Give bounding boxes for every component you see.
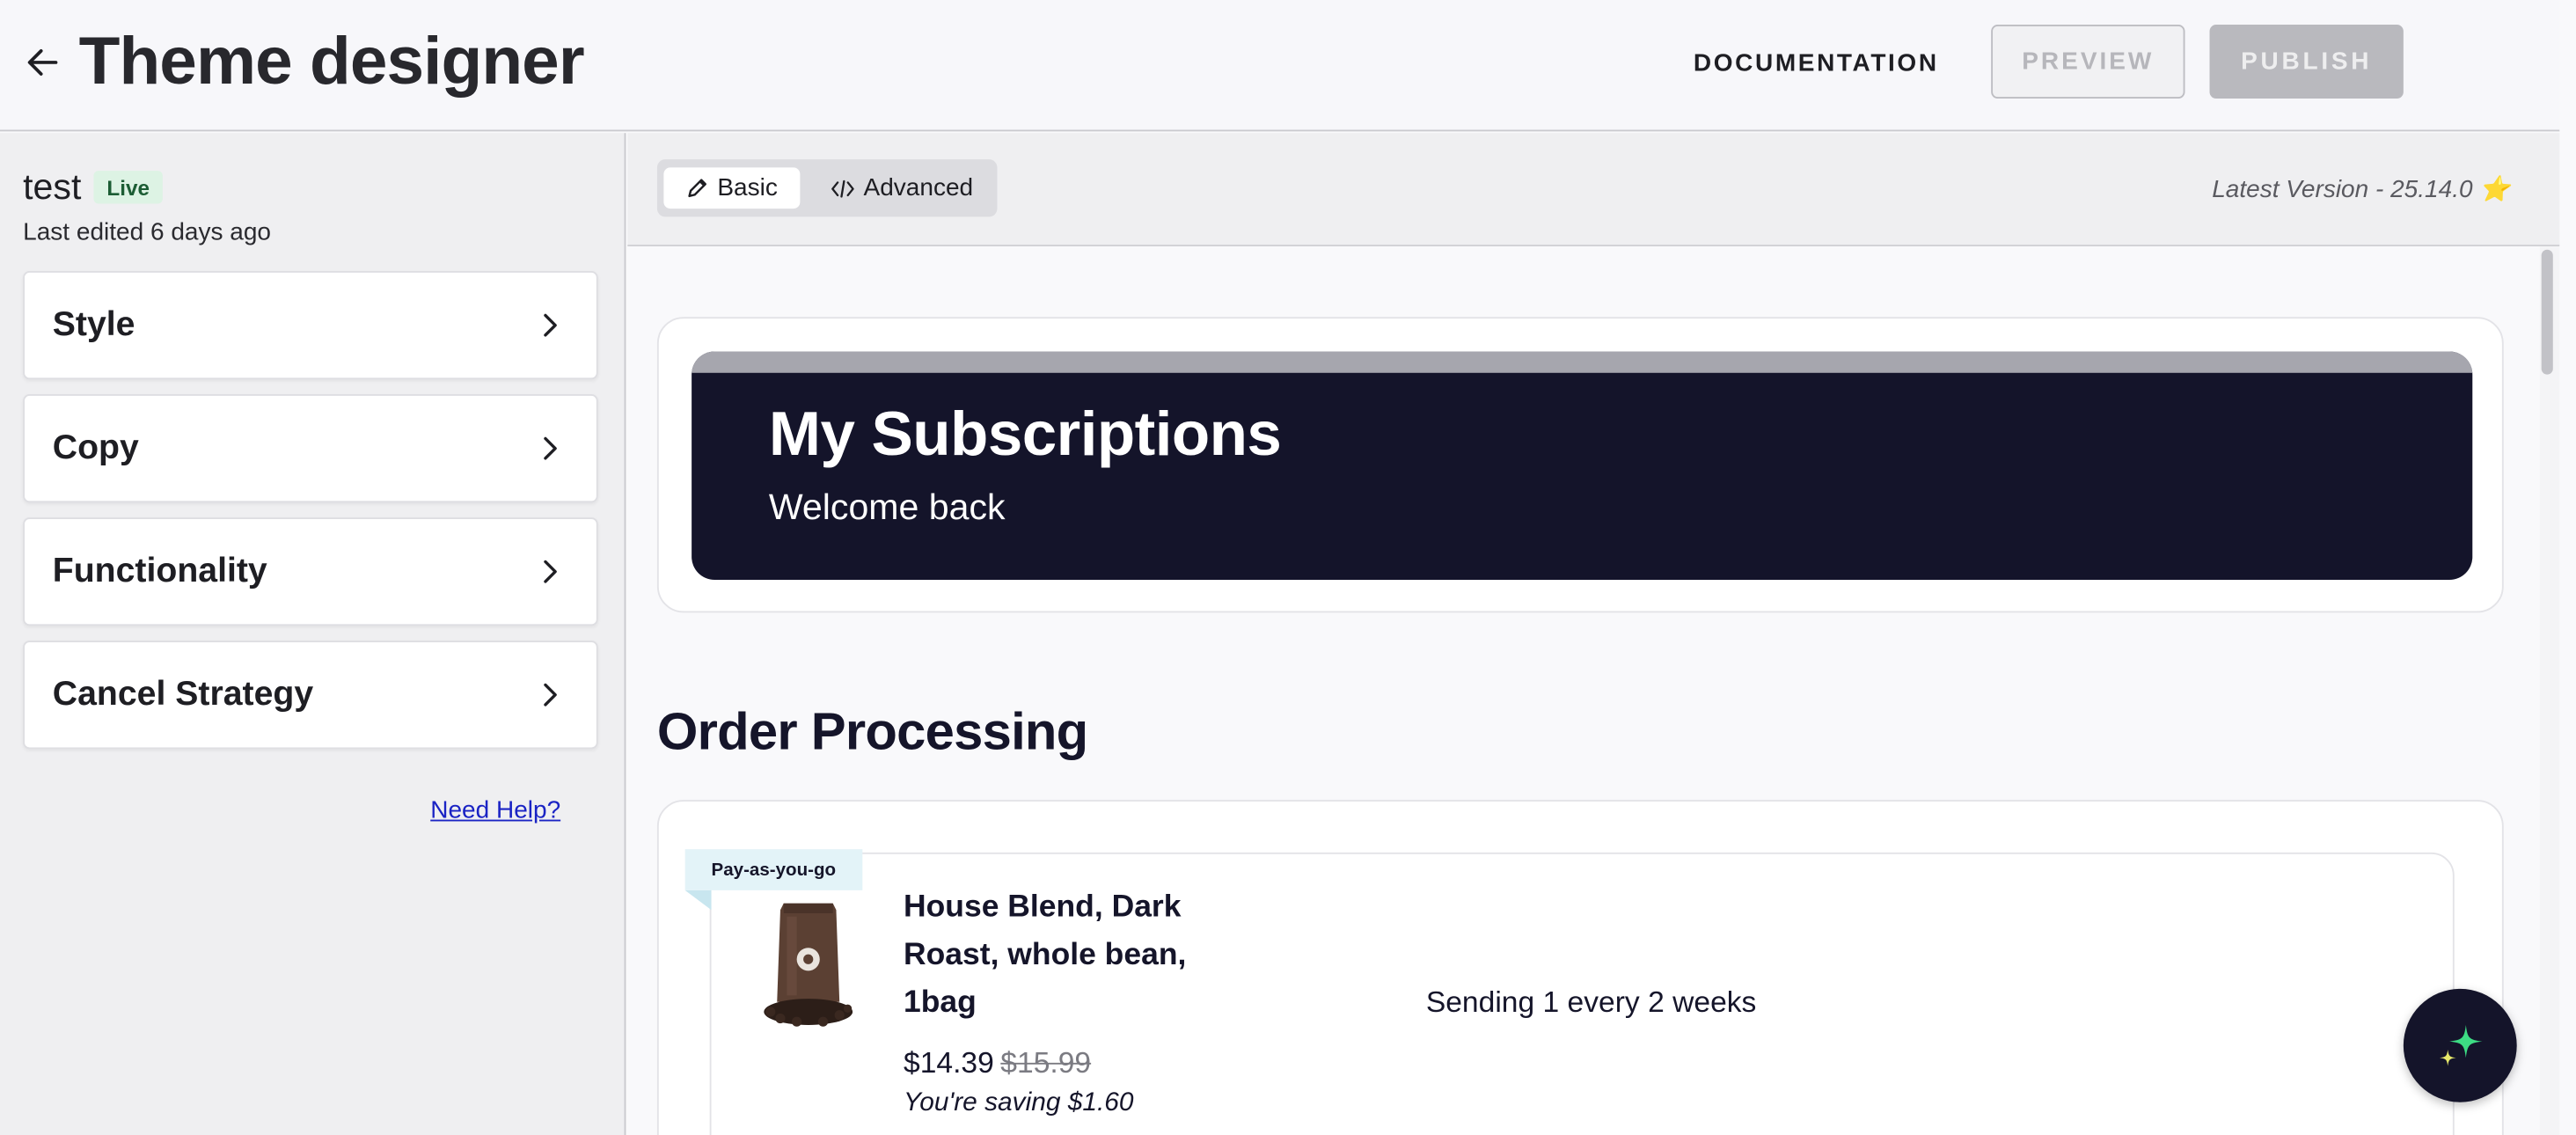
sidebar-item-copy[interactable]: Copy <box>23 394 598 503</box>
delivery-frequency: Sending 1 every 2 weeks <box>1425 985 1757 1019</box>
sparkles-icon <box>2439 1024 2482 1065</box>
chevron-right-icon <box>544 313 557 337</box>
sidebar: test Live Last edited 6 days ago Style C… <box>0 133 626 1135</box>
sidebar-item-functionality[interactable]: Functionality <box>23 517 598 626</box>
ribbon-fold <box>684 890 712 911</box>
page-title: Theme designer <box>78 23 585 99</box>
preview-scrollbar[interactable] <box>2539 246 2560 1135</box>
hero-title: My Subscriptions <box>768 400 1282 470</box>
publish-button[interactable]: PUBLISH <box>2209 25 2404 99</box>
chevron-right-icon <box>544 436 557 460</box>
sidebar-item-label: Cancel Strategy <box>52 675 314 714</box>
product-name: House Blend, Dark Roast, whole bean, 1ba… <box>904 890 1187 1021</box>
tab-advanced[interactable]: Advanced <box>813 167 991 209</box>
orders-card: Pay-as-you-go House Blend, Dark Roast, w <box>656 800 2504 1135</box>
top-bar: Theme designer DOCUMENTATION PREVIEW PUB… <box>0 0 2560 132</box>
editor-header: Basic Advanced Latest Version - 25.14.0 … <box>627 133 2560 247</box>
hero-banner: My Subscriptions Welcome back <box>692 351 2473 581</box>
hero-subtitle: Welcome back <box>768 486 1006 528</box>
pencil-icon <box>687 179 706 198</box>
theme-preview: My Subscriptions Welcome back Order Proc… <box>627 246 2540 1135</box>
chevron-right-icon <box>544 683 557 707</box>
tab-basic[interactable]: Basic <box>663 167 801 209</box>
status-badge: Live <box>93 171 163 204</box>
chevron-right-icon <box>544 560 557 583</box>
sidebar-item-label: Copy <box>52 428 139 467</box>
saving-text: You're saving $1.60 <box>904 1088 1134 1117</box>
theme-designer-app: Theme designer DOCUMENTATION PREVIEW PUB… <box>0 0 2576 1135</box>
original-price: $15.99 <box>1000 1046 1092 1080</box>
tab-label: Basic <box>717 173 778 202</box>
preview-scrollbar-thumb[interactable] <box>2541 249 2553 375</box>
sidebar-item-label: Functionality <box>52 552 267 590</box>
need-help-link[interactable]: Need Help? <box>430 796 560 824</box>
arrow-left-icon <box>27 49 58 76</box>
sidebar-item-cancel-strategy[interactable]: Cancel Strategy <box>23 641 598 750</box>
hero-stripe <box>692 351 2473 373</box>
coffee-bag-image <box>764 903 853 1027</box>
theme-name: test <box>23 165 82 208</box>
code-icon <box>831 179 854 197</box>
documentation-button[interactable]: DOCUMENTATION <box>1672 36 1960 89</box>
sidebar-item-label: Style <box>52 305 135 344</box>
last-edited-text: Last edited 6 days ago <box>23 218 272 247</box>
price-row: $14.39 $15.99 <box>904 1046 1091 1080</box>
preview-button[interactable]: PREVIEW <box>1991 25 2185 99</box>
tab-label: Advanced <box>863 173 974 202</box>
subscription-item: Pay-as-you-go House Blend, Dark Roast, w <box>684 849 2455 1135</box>
sidebar-item-style[interactable]: Style <box>23 271 598 380</box>
purchase-type-badge: Pay-as-you-go <box>684 849 862 890</box>
mode-toggle: Basic Advanced <box>656 159 998 217</box>
back-button[interactable] <box>19 40 65 85</box>
section-title: Order Processing <box>656 701 1088 761</box>
current-price: $14.39 <box>904 1046 994 1080</box>
hero-card: My Subscriptions Welcome back <box>656 317 2504 613</box>
assistant-button[interactable] <box>2403 988 2517 1102</box>
version-label: Latest Version - 25.14.0 ⭐ <box>2212 175 2511 204</box>
